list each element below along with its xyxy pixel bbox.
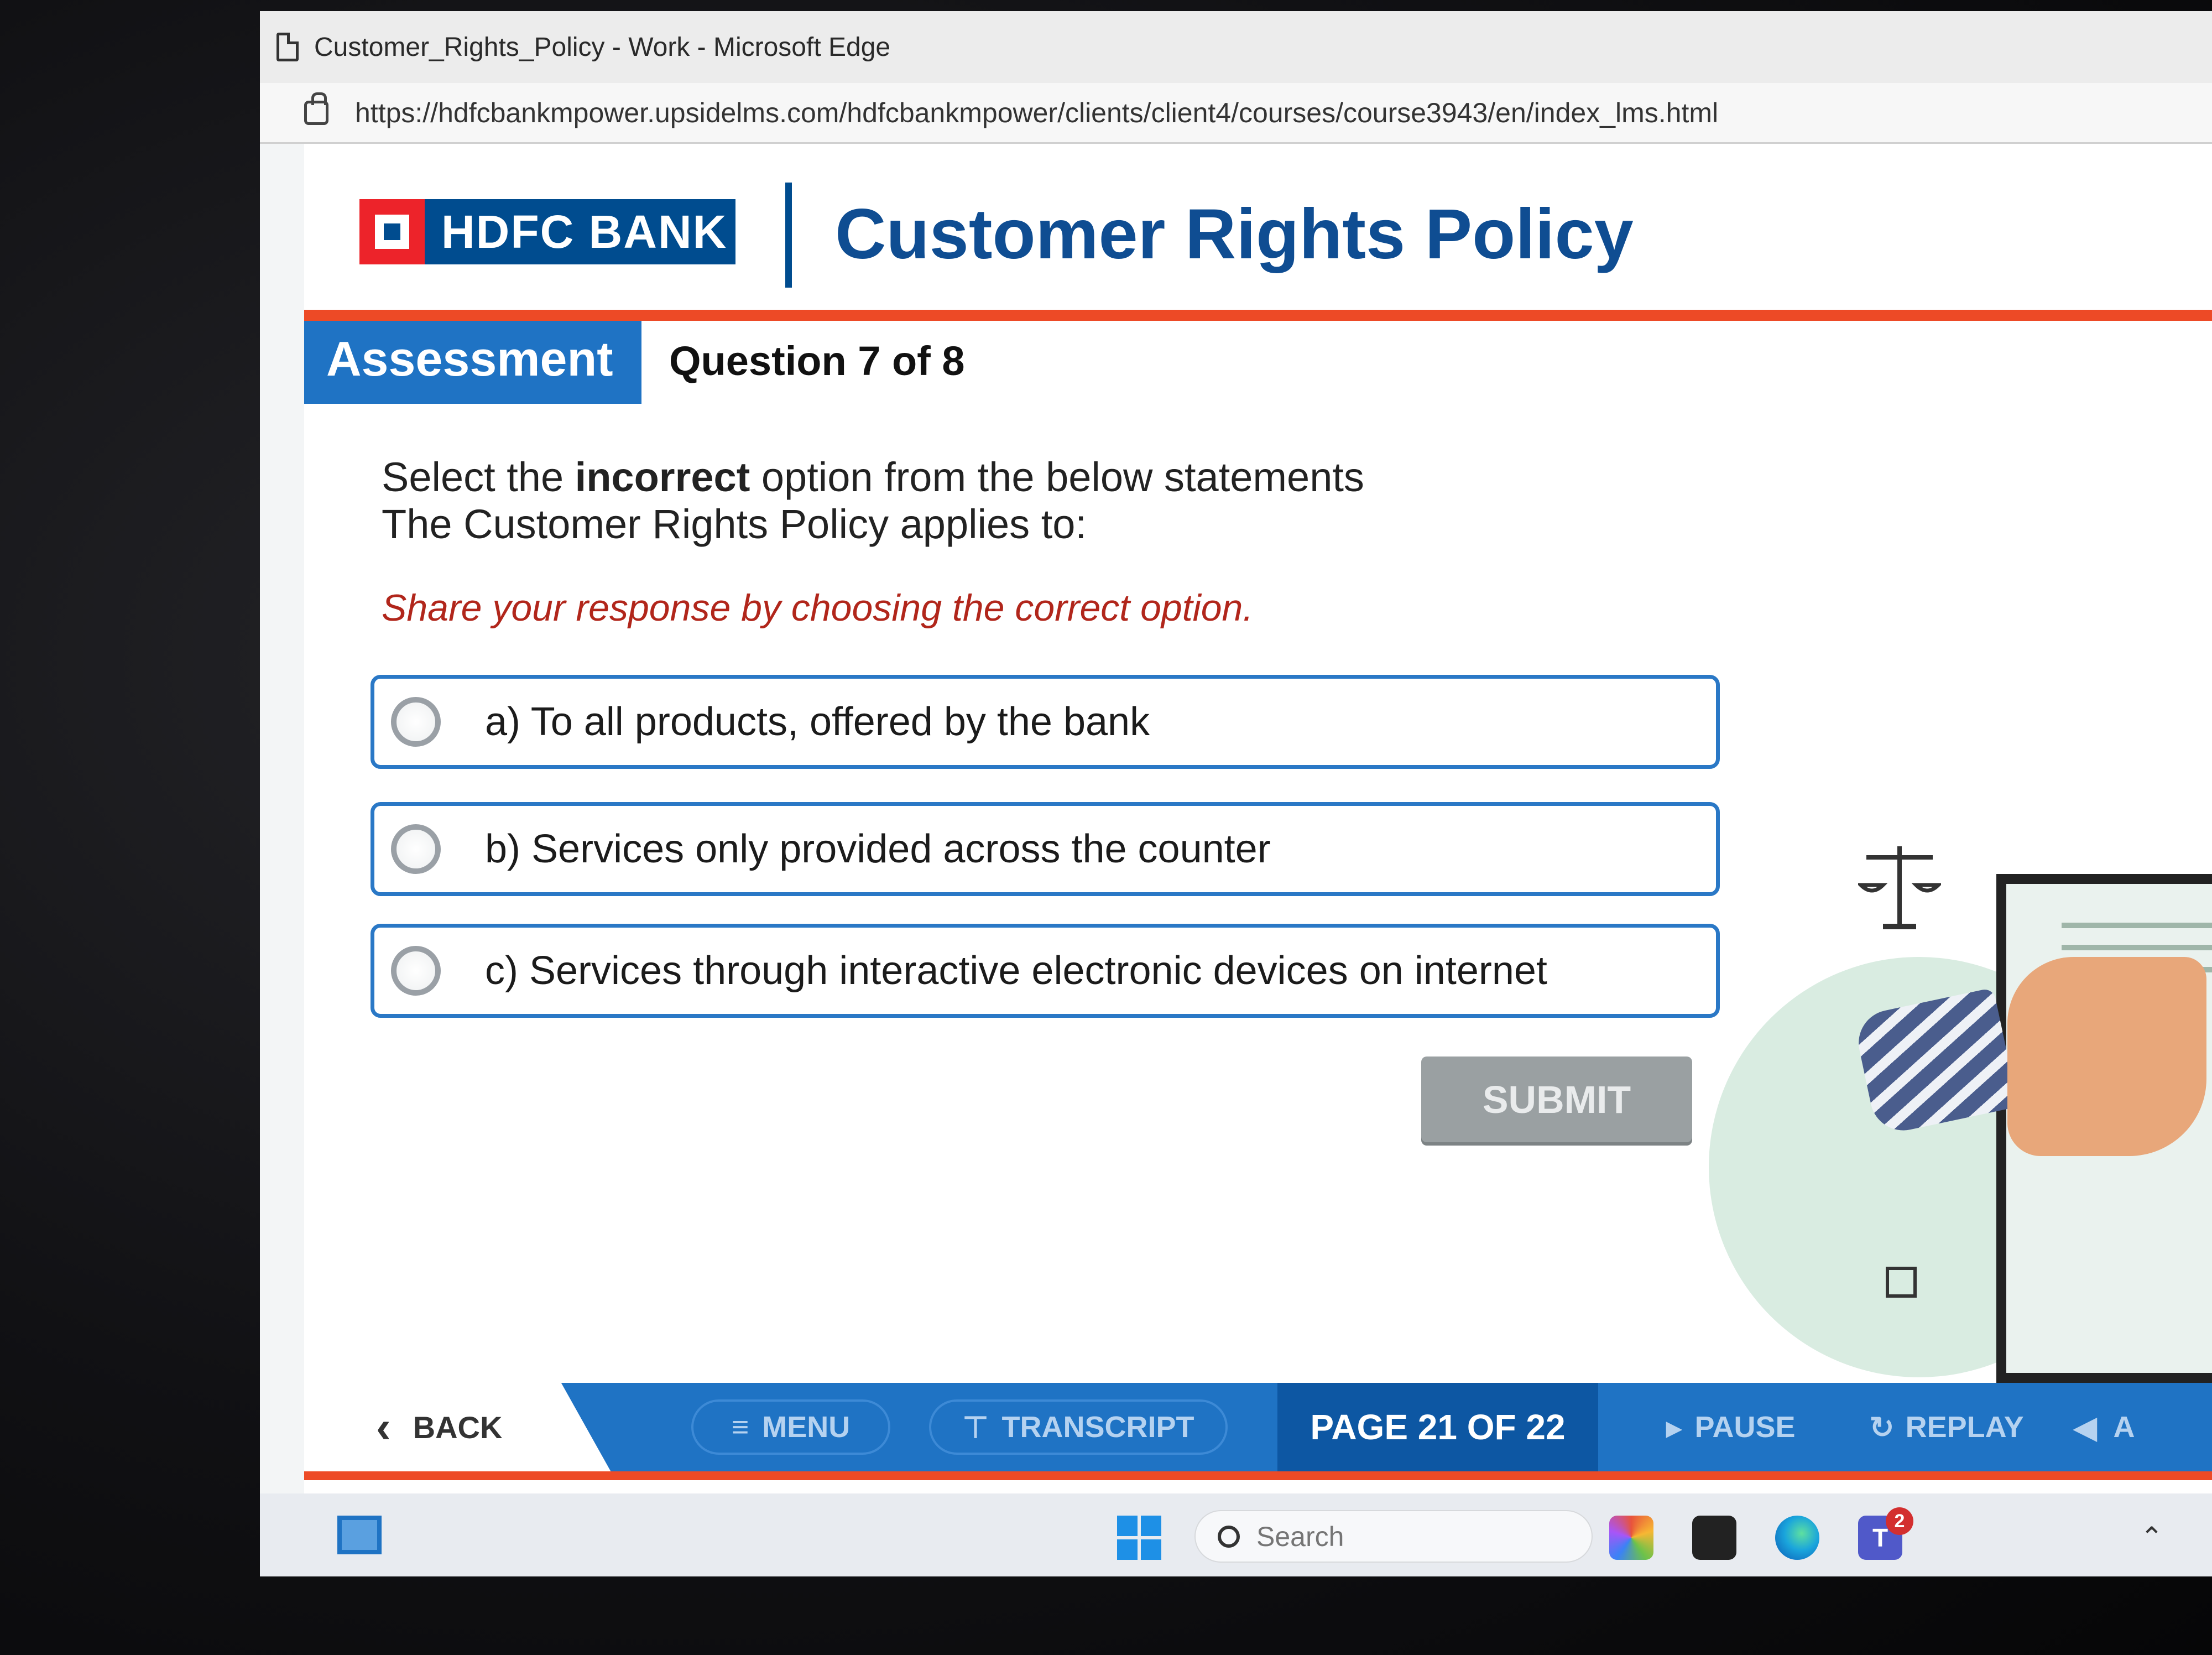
course-title: Customer Rights Policy (835, 195, 1634, 274)
copilot-icon[interactable] (1609, 1516, 1653, 1560)
chevron-left-icon: ‹ (376, 1402, 391, 1451)
pause-label: PAUSE (1694, 1411, 1796, 1444)
windows-taskbar: T 2 ⌃ (260, 1493, 2212, 1576)
document-line (2062, 945, 2212, 950)
page-indicator: PAGE 21 OF 22 (1277, 1383, 1598, 1471)
option-b[interactable]: b) Services only provided across the cou… (371, 802, 1720, 896)
radio-icon[interactable] (391, 697, 441, 747)
hdfc-bank-logo: HDFC BANK (359, 199, 735, 264)
header-divider (785, 183, 792, 288)
course-header: HDFC BANK Customer Rights Policy (304, 144, 2212, 310)
search-input[interactable] (1256, 1520, 1533, 1553)
question-counter: Question 7 of 8 (669, 338, 965, 384)
menu-label: MENU (762, 1411, 851, 1444)
option-c-label: c) Services through interactive electron… (485, 949, 1547, 993)
audio-label: A (2113, 1411, 2135, 1444)
prompt-post: option from the below statements (750, 454, 1364, 500)
back-label: BACK (413, 1409, 503, 1445)
transcript-label: TRANSCRIPT (1001, 1411, 1194, 1444)
widgets-icon[interactable] (337, 1516, 382, 1554)
option-a-label: a) To all products, offered by the bank (485, 700, 1150, 744)
footer-rule (304, 1471, 2212, 1480)
instruction-text: Share your response by choosing the corr… (382, 587, 1254, 629)
replay-icon: ↻ (1869, 1411, 1895, 1444)
shaking-hand (2007, 957, 2206, 1156)
brand-name: HDFC BANK (441, 205, 728, 258)
speaker-icon: ◀ (2074, 1411, 2097, 1444)
play-icon: ▸ (1666, 1411, 1682, 1444)
lock-icon[interactable] (304, 92, 328, 125)
submit-button[interactable]: SUBMIT (1421, 1057, 1692, 1142)
pause-button[interactable]: ▸ PAUSE (1642, 1399, 1819, 1455)
address-bar[interactable]: https://hdfcbankmpower.upsidelms.com/hdf… (260, 83, 2212, 144)
handshake-illustration (1698, 697, 2212, 1416)
back-button[interactable]: ‹ BACK (304, 1377, 614, 1477)
document-line (2062, 923, 2212, 928)
edge-browser-icon[interactable] (1775, 1516, 1819, 1560)
search-icon (1218, 1525, 1240, 1548)
menu-button[interactable]: ≡ MENU (691, 1399, 890, 1455)
course-page: HDFC BANK Customer Rights Policy Assessm… (304, 144, 2212, 1493)
course-nav-bar: ‹ BACK ≡ MENU ⊤ TRANSCRIPT PAGE 21 OF 22… (304, 1377, 2212, 1477)
audio-button[interactable]: ◀ A (2074, 1399, 2212, 1455)
replay-button[interactable]: ↻ REPLAY (1847, 1399, 2046, 1455)
browser-titlebar: Customer_Rights_Policy - Work - Microsof… (260, 11, 2212, 83)
prompt-bold-word: incorrect (575, 454, 750, 500)
taskbar-search[interactable] (1194, 1510, 1593, 1563)
hdfc-logo-icon (359, 199, 425, 264)
system-tray-chevron-icon[interactable]: ⌃ (2140, 1521, 2163, 1553)
document-icon (276, 33, 299, 61)
scales-of-justice-icon (1858, 846, 1941, 929)
transcript-button[interactable]: ⊤ TRANSCRIPT (929, 1399, 1228, 1455)
windows-start-icon[interactable] (1117, 1516, 1161, 1560)
prompt-pre: Select the (382, 454, 575, 500)
file-explorer-icon[interactable] (1692, 1516, 1736, 1560)
question-prompt-line1: Select the incorrect option from the bel… (382, 454, 1364, 501)
assessment-tab: Assessment (304, 321, 641, 404)
question-prompt-line2: The Customer Rights Policy applies to: (382, 501, 1087, 547)
menu-icon: ≡ (731, 1411, 749, 1444)
transcript-icon: ⊤ (962, 1411, 989, 1444)
window-title: Customer_Rights_Policy - Work - Microsof… (314, 32, 891, 62)
option-b-label: b) Services only provided across the cou… (485, 827, 1271, 871)
url-text[interactable]: https://hdfcbankmpower.upsidelms.com/hdf… (355, 97, 1718, 129)
header-rule (304, 310, 2212, 321)
replay-label: REPLAY (1905, 1411, 2024, 1444)
checkbox-icon (1886, 1267, 1917, 1298)
option-a[interactable]: a) To all products, offered by the bank (371, 675, 1720, 769)
radio-icon[interactable] (391, 824, 441, 874)
teams-notification-badge: 2 (1886, 1507, 1913, 1535)
option-c[interactable]: c) Services through interactive electron… (371, 924, 1720, 1018)
radio-icon[interactable] (391, 946, 441, 996)
screen: Customer_Rights_Policy - Work - Microsof… (260, 11, 2212, 1576)
